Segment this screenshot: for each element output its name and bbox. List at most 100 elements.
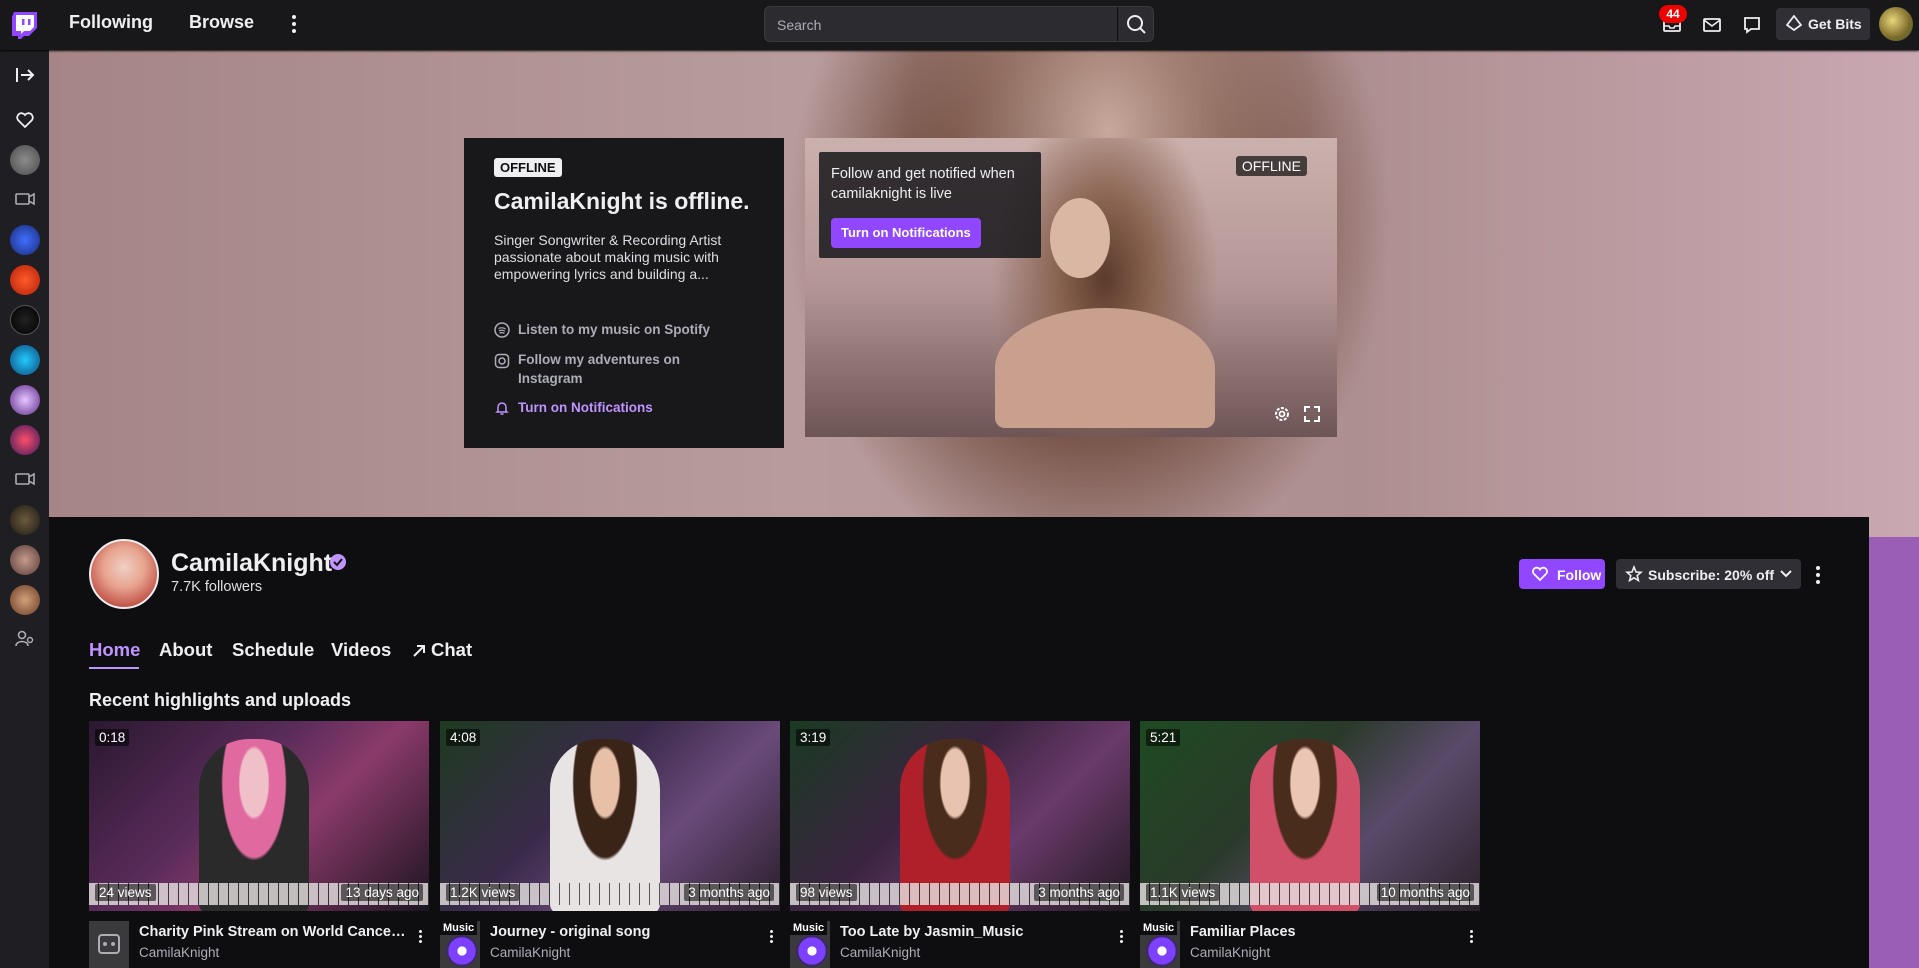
more-options-icon[interactable] [286, 12, 302, 36]
video-category-icon[interactable]: Music [1140, 921, 1180, 968]
verified-badge-icon [330, 554, 346, 570]
followed-channel-avatar[interactable] [10, 265, 40, 295]
star-icon [1625, 565, 1643, 583]
tab-schedule[interactable]: Schedule [232, 639, 314, 661]
subscribe-label: Subscribe: 20% off [1648, 567, 1775, 583]
fullscreen-icon[interactable] [1302, 404, 1322, 424]
follow-notify-box: Follow and get notified when camilaknigh… [819, 152, 1041, 258]
follow-label: Follow [1557, 567, 1602, 583]
offline-title: CamilaKnight is offline. [494, 188, 750, 214]
tab-about[interactable]: About [159, 639, 212, 661]
video-card[interactable]: 3:19 98 views 3 months ago Music Too Lat… [790, 721, 1130, 968]
get-bits-label: Get Bits [1808, 16, 1862, 32]
video-camera-icon[interactable] [12, 466, 38, 492]
video-title[interactable]: Journey - original song [490, 924, 760, 940]
video-thumbnail[interactable]: 3:19 98 views 3 months ago [790, 721, 1130, 911]
inbox-count-badge: 44 [1659, 5, 1687, 23]
turn-on-notifications-button[interactable]: Turn on Notifications [831, 218, 981, 248]
player-preview-image [1050, 198, 1110, 278]
followed-channel-avatar[interactable] [10, 545, 40, 575]
twitch-logo-icon[interactable] [10, 10, 40, 40]
video-more-options-icon[interactable] [415, 928, 425, 948]
tab-videos[interactable]: Videos [331, 639, 391, 661]
music-category-icon [796, 935, 828, 967]
top-navigation-bar: Following Browse Search 44 Get Bits [0, 0, 1919, 50]
whispers-icon[interactable] [1741, 14, 1763, 36]
subscribe-button[interactable]: Subscribe: 20% off [1616, 559, 1801, 589]
nav-browse[interactable]: Browse [189, 12, 254, 33]
video-channel[interactable]: CamilaKnight [1190, 945, 1270, 960]
followed-channel-avatar[interactable] [10, 505, 40, 535]
channel-avatar[interactable] [89, 539, 159, 609]
followed-channel-avatar[interactable] [10, 145, 40, 175]
video-duration: 3:19 [796, 729, 831, 746]
mail-icon[interactable] [1701, 14, 1723, 36]
video-channel[interactable]: CamilaKnight [139, 945, 219, 960]
video-age: 3 months ago [684, 884, 774, 901]
video-more-options-icon[interactable] [1466, 928, 1476, 948]
video-thumbnail[interactable]: 4:08 1.2K views 3 months ago [440, 721, 780, 911]
followed-channel-avatar[interactable] [10, 425, 40, 455]
follow-button[interactable]: Follow [1519, 559, 1605, 589]
channel-bio: Singer Songwriter & Recording Artist pas… [494, 232, 722, 282]
video-category-icon[interactable]: Music [440, 921, 480, 968]
video-player[interactable]: OFFLINE Follow and get notified when cam… [805, 138, 1337, 437]
tab-home[interactable]: Home [89, 639, 140, 661]
recommended-users-icon[interactable] [12, 626, 38, 652]
search-icon [1127, 15, 1146, 34]
video-title[interactable]: Too Late by Jasmin_Music [840, 924, 1110, 940]
turn-on-notifications-link[interactable]: Turn on Notifications [494, 398, 734, 417]
offline-tag: OFFLINE [494, 158, 562, 177]
followed-channel-avatar[interactable] [10, 225, 40, 255]
channel-name[interactable]: CamilaKnight [171, 549, 332, 578]
chevron-down-icon [1780, 570, 1792, 578]
nav-following[interactable]: Following [69, 12, 153, 33]
video-channel[interactable]: CamilaKnight [490, 945, 570, 960]
video-thumbnail[interactable]: 0:18 24 views 13 days ago [89, 721, 429, 911]
bell-icon [495, 402, 509, 415]
followed-channel-avatar[interactable] [10, 385, 40, 415]
video-views: 24 views [95, 884, 156, 901]
channel-more-options-icon[interactable] [1811, 563, 1825, 585]
video-category-icon[interactable] [89, 921, 129, 968]
video-title[interactable]: Charity Pink Stream on World Cancer ... [139, 924, 409, 940]
instagram-icon [494, 353, 510, 369]
video-duration: 0:18 [95, 729, 130, 746]
video-camera-icon[interactable] [12, 186, 38, 212]
followed-channel-avatar[interactable] [10, 585, 40, 615]
video-title[interactable]: Familiar Places [1190, 924, 1460, 940]
category-badge: Music [790, 921, 828, 935]
video-age: 3 months ago [1034, 884, 1124, 901]
spotify-link[interactable]: Listen to my music on Spotify [494, 320, 734, 339]
video-more-options-icon[interactable] [766, 928, 776, 948]
expand-sidebar-icon[interactable] [12, 62, 38, 88]
instagram-link[interactable]: Follow my adventures on Instagram [494, 350, 734, 388]
video-duration: 4:08 [446, 729, 481, 746]
video-views: 1.1K views [1146, 884, 1220, 901]
settings-gear-icon[interactable] [1272, 404, 1292, 424]
video-channel[interactable]: CamilaKnight [840, 945, 920, 960]
video-age: 10 months ago [1376, 884, 1474, 901]
external-arrow-icon [413, 645, 425, 657]
search-input[interactable]: Search [764, 6, 1154, 42]
category-badge: Music [440, 921, 478, 935]
follow-notify-text: Follow and get notified when camilaknigh… [831, 166, 1015, 202]
video-thumbnail[interactable]: 5:21 1.1K views 10 months ago [1140, 721, 1480, 911]
video-category-icon[interactable]: Music [790, 921, 830, 968]
side-navigation [0, 50, 49, 968]
video-card[interactable]: 5:21 1.1K views 10 months ago Music Fami… [1140, 721, 1480, 968]
search-button[interactable] [1117, 7, 1153, 41]
followed-heart-icon[interactable] [12, 107, 38, 133]
tab-chat[interactable]: Chat [411, 639, 472, 661]
user-avatar[interactable] [1879, 7, 1913, 41]
followed-channel-avatar[interactable] [10, 345, 40, 375]
turn-on-notifications-label: Turn on Notifications [518, 400, 653, 415]
video-views: 1.2K views [446, 884, 520, 901]
followed-channel-avatar[interactable] [10, 305, 40, 335]
get-bits-button[interactable]: Get Bits [1776, 8, 1870, 40]
section-title: Recent highlights and uploads [89, 690, 352, 710]
follower-count: 7.7K followers [171, 579, 263, 595]
video-more-options-icon[interactable] [1116, 928, 1126, 948]
video-card[interactable]: 4:08 1.2K views 3 months ago Music Journ… [440, 721, 780, 968]
video-card[interactable]: 0:18 24 views 13 days ago Charity Pink S… [89, 721, 429, 968]
